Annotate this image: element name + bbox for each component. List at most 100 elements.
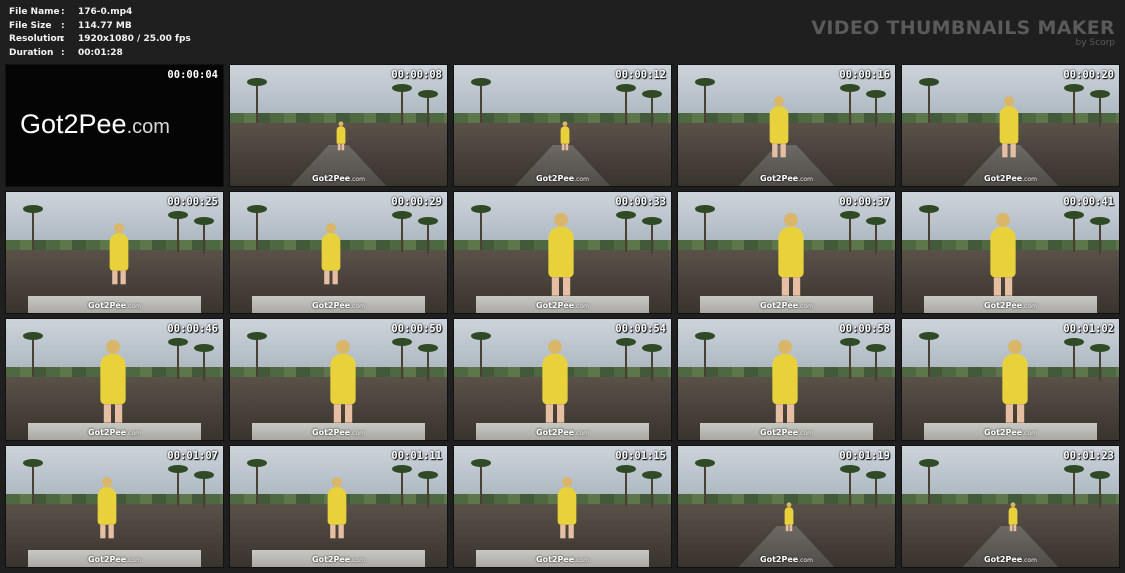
timecode-label: 00:00:08 bbox=[391, 69, 442, 81]
person-figure bbox=[1008, 502, 1018, 532]
video-thumbnail[interactable]: Got2Pee.com 00:01:19 bbox=[677, 445, 896, 568]
palm-tree bbox=[194, 217, 215, 254]
timecode-label: 00:00:20 bbox=[1063, 69, 1114, 81]
palm-tree bbox=[1090, 344, 1111, 381]
timecode-label: 00:00:50 bbox=[391, 323, 442, 335]
video-thumbnail[interactable]: Got2Pee.com 00:00:20 bbox=[901, 64, 1120, 187]
video-thumbnail[interactable]: Got2Pee.com 00:01:02 bbox=[901, 318, 1120, 441]
video-thumbnail[interactable]: Got2Pee.com 00:00:58 bbox=[677, 318, 896, 441]
watermark-text: Got2Pee bbox=[760, 428, 799, 437]
watermark-tld: .com bbox=[798, 557, 813, 564]
timecode-label: 00:00:58 bbox=[839, 323, 890, 335]
watermark: Got2Pee.com bbox=[984, 428, 1037, 437]
timecode-label: 00:01:19 bbox=[839, 450, 890, 462]
watermark: Got2Pee.com bbox=[88, 428, 141, 437]
timecode-label: 00:00:46 bbox=[167, 323, 218, 335]
video-thumbnail[interactable]: Got2Pee.com 00:00:46 bbox=[5, 318, 224, 441]
resolution-value: 1920x1080 / 25.00 fps bbox=[78, 34, 191, 44]
palm-tree bbox=[642, 90, 663, 127]
video-thumbnail[interactable]: Got2Pee.com 00:00:37 bbox=[677, 191, 896, 314]
video-thumbnail[interactable]: Got2Pee.com 00:00:16 bbox=[677, 64, 896, 187]
watermark-tld: .com bbox=[350, 557, 365, 564]
watermark-tld: .com bbox=[574, 430, 589, 437]
watermark-tld: .com bbox=[1022, 176, 1037, 183]
palm-tree bbox=[866, 471, 887, 508]
file-size-label: File Size bbox=[9, 20, 52, 31]
palm-tree bbox=[866, 344, 887, 381]
watermark: Got2Pee.com bbox=[536, 555, 589, 564]
file-info-panel: File Name : 176-0.mp4 File Size : 114.77… bbox=[9, 6, 191, 60]
timecode-label: 00:00:54 bbox=[615, 323, 666, 335]
timecode-label: 00:01:02 bbox=[1063, 323, 1114, 335]
watermark: Got2Pee.com bbox=[984, 174, 1037, 183]
palm-tree bbox=[839, 211, 860, 252]
timecode-label: 00:01:11 bbox=[391, 450, 442, 462]
watermark-text: Got2Pee bbox=[536, 174, 575, 183]
palm-tree bbox=[1090, 217, 1111, 254]
watermark: Got2Pee.com bbox=[88, 555, 141, 564]
palm-tree bbox=[247, 459, 268, 504]
watermark: Got2Pee.com bbox=[984, 555, 1037, 564]
palm-tree bbox=[839, 84, 860, 125]
timecode-label: 00:01:15 bbox=[615, 450, 666, 462]
video-thumbnail[interactable]: Got2Pee.com 00:00:41 bbox=[901, 191, 1120, 314]
watermark: Got2Pee.com bbox=[536, 301, 589, 310]
video-thumbnail[interactable]: Got2Pee.com 00:00:54 bbox=[453, 318, 672, 441]
timecode-label: 00:01:23 bbox=[1063, 450, 1114, 462]
person-figure bbox=[778, 212, 804, 296]
palm-tree bbox=[866, 90, 887, 127]
person-figure bbox=[769, 96, 789, 158]
file-name-value: 176-0.mp4 bbox=[78, 7, 133, 17]
palm-tree bbox=[1063, 338, 1084, 379]
palm-tree bbox=[919, 332, 940, 377]
watermark-text: Got2Pee bbox=[312, 301, 351, 310]
video-thumbnail[interactable]: Got2Pee.com 00:00:25 bbox=[5, 191, 224, 314]
palm-tree bbox=[695, 332, 716, 377]
video-thumbnail[interactable]: Got2Pee.com 00:01:11 bbox=[229, 445, 448, 568]
palm-tree bbox=[695, 78, 716, 123]
thumbnail-grid: Got2Pee.com 00:00:04 Got2Pee.com 00:00:08 Go… bbox=[5, 64, 1120, 568]
palm-tree bbox=[391, 211, 412, 252]
watermark-tld: .com bbox=[126, 557, 141, 564]
timecode-label: 00:00:41 bbox=[1063, 196, 1114, 208]
video-thumbnail[interactable]: Got2Pee.com 00:00:08 bbox=[229, 64, 448, 187]
watermark: Got2Pee.com bbox=[760, 428, 813, 437]
separator: : bbox=[61, 7, 65, 17]
timecode-label: 00:01:07 bbox=[167, 450, 218, 462]
person-figure bbox=[100, 339, 126, 423]
file-name-row: File Name : 176-0.mp4 bbox=[9, 6, 191, 20]
duration-value: 00:01:28 bbox=[78, 47, 123, 58]
palm-tree bbox=[919, 78, 940, 123]
palm-tree bbox=[695, 205, 716, 250]
watermark-tld: .com bbox=[126, 303, 141, 310]
palm-tree bbox=[471, 205, 492, 250]
person-figure bbox=[1002, 339, 1028, 423]
title-card-thumbnail[interactable]: Got2Pee.com 00:00:04 bbox=[5, 64, 224, 187]
person-figure bbox=[327, 477, 347, 539]
video-thumbnail[interactable]: Got2Pee.com 00:01:07 bbox=[5, 445, 224, 568]
watermark: Got2Pee.com bbox=[312, 428, 365, 437]
watermark-tld: .com bbox=[1022, 303, 1037, 310]
watermark-text: Got2Pee bbox=[536, 555, 575, 564]
timecode-label: 00:00:16 bbox=[839, 69, 890, 81]
watermark-text: Got2Pee bbox=[88, 301, 127, 310]
palm-tree bbox=[642, 471, 663, 508]
watermark-tld: .com bbox=[350, 303, 365, 310]
watermark-tld: .com bbox=[1022, 430, 1037, 437]
palm-tree bbox=[418, 344, 439, 381]
video-thumbnail[interactable]: Got2Pee.com 00:00:12 bbox=[453, 64, 672, 187]
watermark-text: Got2Pee bbox=[984, 301, 1023, 310]
video-thumbnail[interactable]: Got2Pee.com 00:00:50 bbox=[229, 318, 448, 441]
watermark-tld: .com bbox=[350, 176, 365, 183]
person-figure bbox=[990, 212, 1016, 296]
video-thumbnail[interactable]: Got2Pee.com 00:01:15 bbox=[453, 445, 672, 568]
video-thumbnail[interactable]: Got2Pee.com 00:00:29 bbox=[229, 191, 448, 314]
video-thumbnail[interactable]: Got2Pee.com 00:01:23 bbox=[901, 445, 1120, 568]
watermark-tld: .com bbox=[798, 430, 813, 437]
watermark-text: Got2Pee bbox=[760, 174, 799, 183]
palm-tree bbox=[194, 471, 215, 508]
watermark: Got2Pee.com bbox=[760, 174, 813, 183]
watermark: Got2Pee.com bbox=[88, 301, 141, 310]
timecode-label: 00:00:29 bbox=[391, 196, 442, 208]
video-thumbnail[interactable]: Got2Pee.com 00:00:33 bbox=[453, 191, 672, 314]
